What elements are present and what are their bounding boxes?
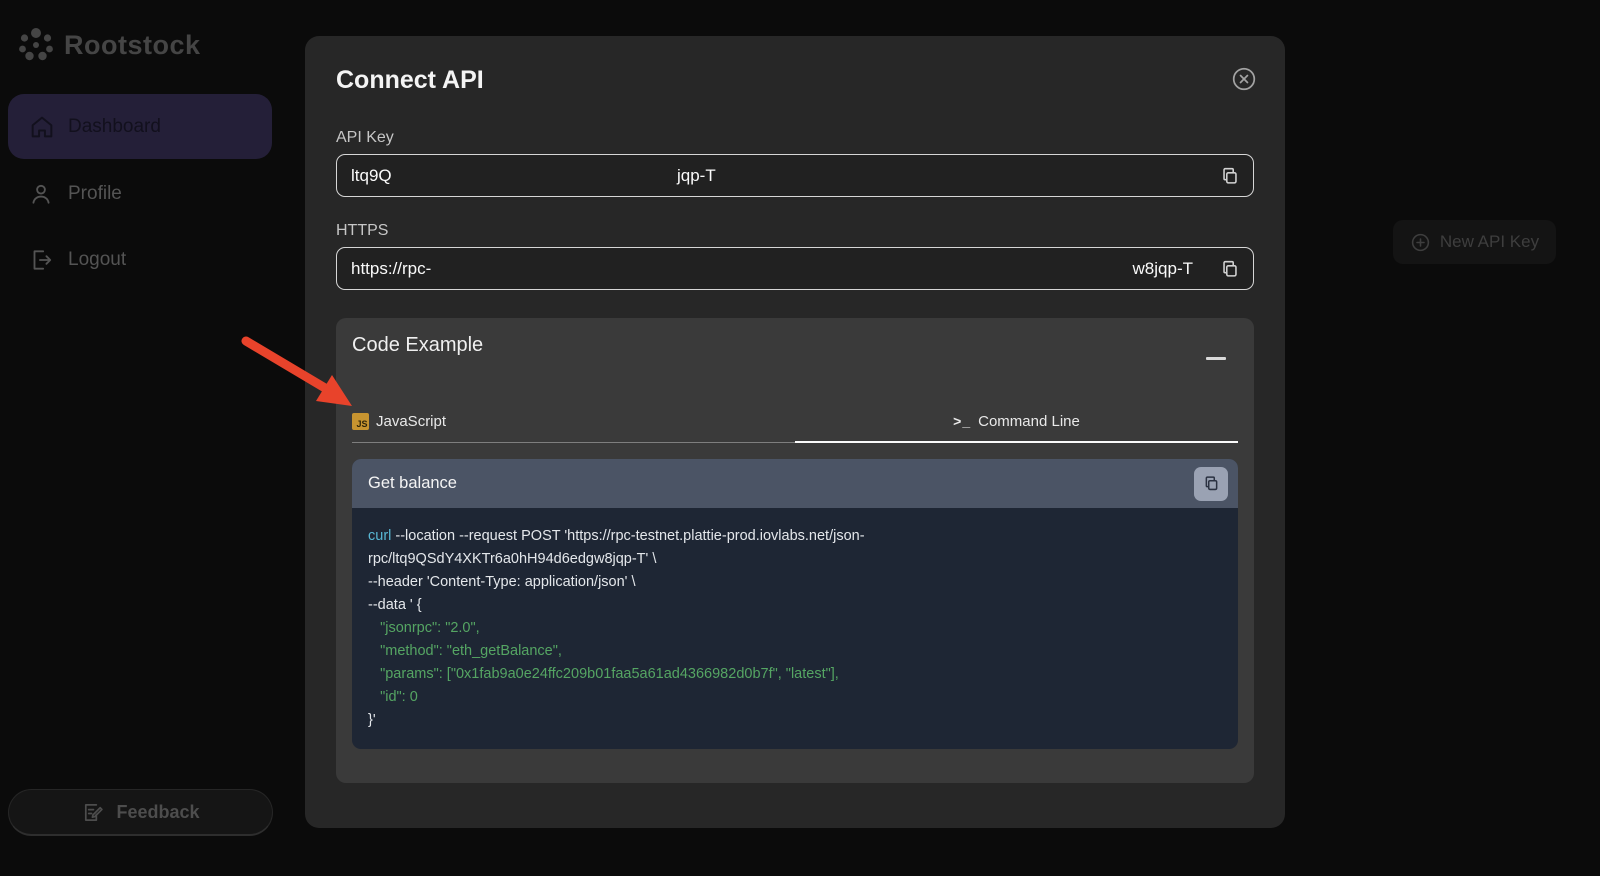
tab-label: JavaScript (376, 413, 446, 430)
tab-command-line[interactable]: >_ Command Line (795, 401, 1238, 443)
sidebar-item-label: Profile (68, 183, 122, 205)
tab-javascript[interactable]: JS JavaScript (352, 401, 795, 443)
code-line: curl --location --request POST 'https://… (368, 525, 1220, 548)
new-api-key-button[interactable]: New API Key (1393, 220, 1556, 264)
code-snippet-body[interactable]: curl --location --request POST 'https://… (352, 508, 1238, 732)
code-tabs: JS JavaScript >_ Command Line (352, 401, 1238, 443)
api-key-value-start: ltq9Q (351, 166, 392, 186)
copy-icon[interactable] (1219, 258, 1241, 280)
collapse-minus-icon[interactable] (1206, 357, 1228, 367)
code-line-json: "params": ["0x1fab9a0e24ffc209b01faa5a61… (368, 663, 1220, 686)
api-key-input[interactable]: ltq9Q jqp-T (336, 154, 1254, 197)
code-snippet-title: Get balance (368, 474, 457, 493)
terminal-prompt-icon: >_ (953, 413, 971, 429)
close-icon[interactable] (1231, 66, 1257, 92)
copy-icon[interactable] (1219, 165, 1241, 187)
code-line: rpc/ltq9QSdY4XKTr6a0hH94d6edgw8jqp-T' \ (368, 548, 1220, 571)
code-line-json: "id": 0 (368, 686, 1220, 709)
plus-circle-icon (1410, 232, 1431, 253)
logout-icon (28, 247, 54, 273)
connect-api-modal: Connect API API Key ltq9Q jqp-T HTTPS ht… (305, 36, 1285, 828)
sidebar-item-label: Dashboard (68, 116, 161, 138)
modal-title: Connect API (336, 66, 1254, 95)
api-key-label: API Key (336, 129, 1254, 147)
user-icon (28, 181, 54, 207)
rootstock-logo-icon (16, 26, 56, 64)
code-line-json: "method": "eth_getBalance", (368, 640, 1220, 663)
https-input[interactable]: https://rpc- w8jqp-T (336, 247, 1254, 290)
code-snippet-header: Get balance (352, 459, 1238, 508)
code-line: }' (368, 709, 1220, 732)
code-example-title: Code Example (352, 334, 1238, 357)
https-value-start: https://rpc- (351, 259, 431, 279)
new-api-key-label: New API Key (1440, 232, 1539, 252)
tab-label: Command Line (978, 413, 1080, 430)
feedback-label: Feedback (116, 802, 199, 823)
sidebar-item-label: Logout (68, 249, 126, 271)
code-snippet-block: Get balance curl --location --request PO… (352, 459, 1238, 749)
brand: Rootstock (0, 0, 280, 64)
api-key-value-end: jqp-T (677, 166, 716, 186)
feedback-edit-icon (81, 801, 104, 824)
code-line: --header 'Content-Type: application/json… (368, 571, 1220, 594)
javascript-icon: JS (352, 413, 369, 430)
home-icon (28, 113, 56, 141)
brand-name: Rootstock (64, 30, 201, 61)
copy-code-button[interactable] (1194, 467, 1228, 501)
sidebar: Rootstock Dashboard Profile Logout (0, 0, 280, 876)
sidebar-item-profile[interactable]: Profile (8, 172, 272, 216)
sidebar-item-dashboard[interactable]: Dashboard (8, 94, 272, 159)
https-label: HTTPS (336, 222, 1254, 240)
code-line: --data ' { (368, 594, 1220, 617)
feedback-button[interactable]: Feedback (8, 789, 273, 836)
code-example-card: Code Example JS JavaScript >_ Command Li… (336, 318, 1254, 783)
code-keyword: curl (368, 528, 391, 544)
code-line-json: "jsonrpc": "2.0", (368, 617, 1220, 640)
sidebar-item-logout[interactable]: Logout (8, 238, 272, 282)
https-value-end: w8jqp-T (1133, 259, 1193, 279)
code-text: --location --request POST 'https://rpc-t… (391, 528, 864, 544)
